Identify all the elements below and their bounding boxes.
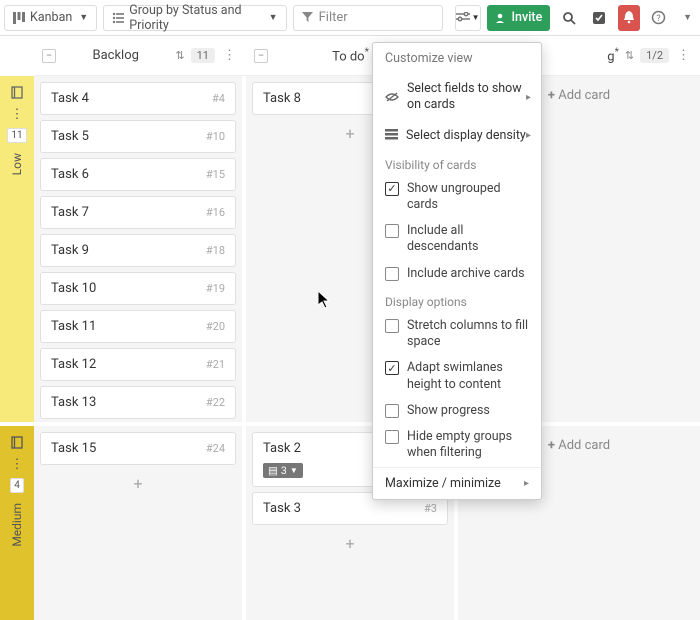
task-card[interactable]: Task 4#4 [40, 82, 236, 115]
sort-icon[interactable]: ⇅ [625, 49, 634, 62]
task-card[interactable]: Task 11#20 [40, 310, 236, 343]
invite-button[interactable]: Invite [487, 5, 551, 31]
view-label: Kanban [30, 10, 72, 25]
swimlane-rail-medium[interactable]: ⋮ 4 Medium [0, 426, 34, 620]
density-icon [385, 129, 398, 141]
column-menu[interactable]: ⋮ [221, 48, 238, 63]
swimlane-count: 11 [7, 128, 26, 143]
help-icon: ? [651, 10, 666, 25]
kanban-board: − Backlog ⇅ 11 ⋮ − To do* ⋮ g* ⇅ 1/2 ⋮ [0, 36, 700, 620]
sliders-icon [456, 12, 470, 24]
caret-down-icon: ▼ [79, 12, 88, 23]
filter-placeholder: Filter [319, 10, 348, 25]
list-icon [112, 12, 124, 24]
book-icon [9, 434, 25, 450]
dropdown-section-header: Visibility of cards [373, 150, 541, 176]
dots-icon[interactable]: ⋮ [9, 106, 25, 122]
column-count: 1/2 [640, 48, 669, 63]
chevron-right-icon: ▸ [526, 130, 531, 141]
search-button[interactable] [556, 5, 581, 31]
svg-text:?: ? [657, 14, 661, 24]
menu-item-display-density[interactable]: Select display density ▸ [373, 121, 541, 150]
swimlane-label: Medium [10, 503, 24, 547]
chevron-right-icon: ▸ [526, 92, 531, 103]
task-card[interactable]: Task 9#18 [40, 234, 236, 267]
user-menu-caret[interactable]: ▼ [679, 12, 696, 23]
dropdown-title: Customize view [373, 43, 541, 74]
dots-icon[interactable]: ⋮ [9, 456, 25, 472]
help-button[interactable]: ? [646, 5, 671, 31]
swimlane-label: Low [10, 153, 24, 175]
column-menu[interactable]: ⋮ [675, 48, 692, 63]
task-card[interactable]: Task 5#10 [40, 120, 236, 153]
task-card[interactable]: Task 7#16 [40, 196, 236, 229]
check-include-descendants[interactable]: Include all descendants [373, 218, 541, 261]
checkbox-icon [385, 430, 399, 444]
customize-view-dropdown: Customize view Select fields to show on … [372, 42, 542, 500]
check-stretch-columns[interactable]: Stretch columns to fill space [373, 313, 541, 356]
column-count: 11 [191, 48, 215, 63]
checkbox-icon [385, 224, 399, 238]
menu-item-maximize[interactable]: Maximize / minimize ▸ [373, 467, 541, 499]
cell-backlog-low: Task 4#4 Task 5#10 Task 6#15 Task 7#16 T… [34, 76, 246, 422]
invite-label: Invite [512, 10, 543, 25]
card-badge: ▤ 3 ▼ [263, 463, 303, 478]
add-card-inline[interactable]: + [40, 470, 236, 497]
collapse-icon[interactable]: − [42, 49, 56, 63]
collapse-icon[interactable]: − [254, 49, 268, 63]
eye-off-icon [385, 91, 399, 103]
group-by-label: Group by Status and Priority [129, 3, 261, 33]
task-card[interactable]: Task 12#21 [40, 348, 236, 381]
swimlane-count: 4 [10, 478, 24, 493]
checkbox-icon: ✓ [385, 361, 399, 375]
column-title: Backlog [62, 48, 169, 63]
check-hide-empty[interactable]: Hide empty groups when filtering [373, 424, 541, 467]
tasks-button[interactable] [587, 5, 612, 31]
filter-input[interactable]: Filter [293, 5, 443, 31]
filter-icon [302, 12, 313, 23]
sort-icon[interactable]: ⇅ [175, 49, 184, 62]
swimlane-rail-low[interactable]: ⋮ 11 Low [0, 76, 34, 422]
menu-item-select-fields[interactable]: Select fields to show on cards ▸ [373, 74, 541, 121]
settings-sliders-button[interactable]: ▼ [455, 5, 481, 31]
search-icon [562, 11, 576, 25]
task-card[interactable]: Task 10#19 [40, 272, 236, 305]
add-card-inline[interactable]: + [252, 530, 448, 557]
checkbox-icon [385, 404, 399, 418]
check-show-ungrouped[interactable]: ✓Show ungrouped cards [373, 176, 541, 219]
notifications-button[interactable] [618, 5, 641, 31]
book-icon [9, 84, 25, 100]
task-card[interactable]: Task 15#24 [40, 432, 236, 465]
cell-backlog-medium: Task 15#24 + [34, 426, 246, 620]
caret-down-icon: ▼ [472, 13, 480, 22]
dropdown-section-header: Display options [373, 287, 541, 313]
checkbox-icon: ✓ [385, 182, 399, 196]
checkbox-icon [385, 267, 399, 281]
user-plus-icon [495, 12, 507, 24]
kanban-icon [13, 12, 25, 24]
caret-down-icon: ▼ [269, 12, 278, 23]
task-card[interactable]: Task 13#22 [40, 386, 236, 419]
chevron-right-icon: ▸ [524, 478, 529, 489]
top-toolbar: Kanban ▼ Group by Status and Priority ▼ … [0, 0, 700, 36]
check-adapt-swimlanes[interactable]: ✓Adapt swimlanes height to content [373, 355, 541, 398]
column-header-backlog: − Backlog ⇅ 11 ⋮ [34, 36, 246, 76]
check-show-progress[interactable]: Show progress [373, 398, 541, 424]
task-card[interactable]: Task 6#15 [40, 158, 236, 191]
bell-icon [623, 11, 635, 24]
check-include-archive[interactable]: Include archive cards [373, 261, 541, 287]
checkbox-icon [385, 319, 399, 333]
check-square-icon [592, 11, 606, 25]
view-switcher[interactable]: Kanban ▼ [4, 5, 97, 31]
group-by-button[interactable]: Group by Status and Priority ▼ [103, 5, 286, 31]
